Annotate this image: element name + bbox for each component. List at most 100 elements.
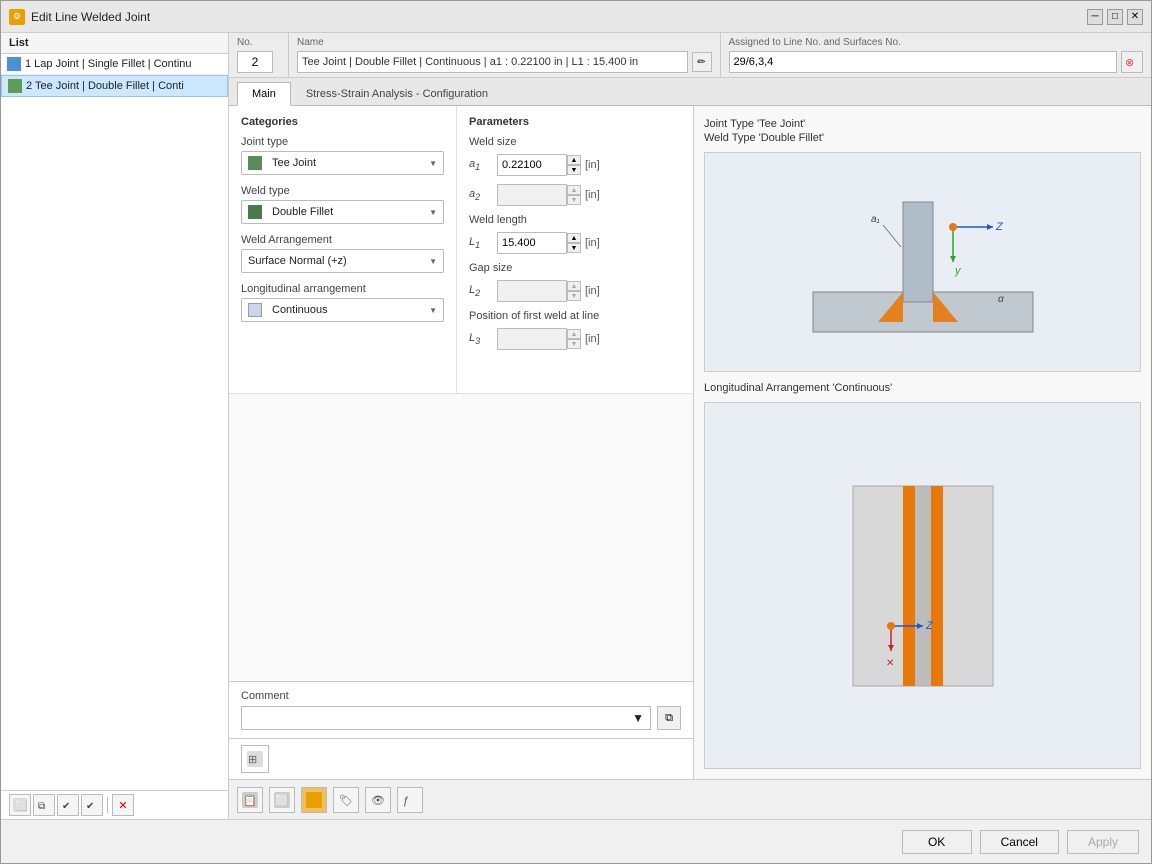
joint-type-value: Tee Joint [272,157,316,169]
close-button[interactable]: ✕ [1127,9,1143,25]
toolbar-btn-4[interactable]: 🏷 [333,787,359,813]
list-item-1[interactable]: 1 Lap Joint | Single Fillet | Continu [1,54,228,75]
assigned-pick-button[interactable]: ⊗ [1121,51,1143,73]
title-bar-left: ⚙ Edit Line Welded Joint [9,9,150,25]
l3-input[interactable] [497,328,567,350]
weld-type-icon [248,205,262,219]
l2-spin-up[interactable]: ▲ [567,281,581,291]
a2-spin-up[interactable]: ▲ [567,185,581,195]
a2-spin-buttons: ▲ ▼ [567,185,581,205]
weld-type-label: Weld type [241,185,444,197]
toolbar-btn-5[interactable]: 👁 [365,787,391,813]
dialog-footer: OK Cancel Apply [1,819,1151,863]
tab-stress[interactable]: Stress-Strain Analysis - Configuration [291,82,503,105]
a2-row: a2 ▲ ▼ [in] [469,184,681,206]
svg-text:👁: 👁 [371,795,385,807]
name-column: Name ✏ [289,33,721,77]
l1-input[interactable] [497,232,567,254]
list-item-1-label: 1 Lap Joint | Single Fillet | Continu [25,58,192,70]
l2-unit: [in] [585,285,600,297]
l2-spinbox: ▲ ▼ [497,280,581,302]
name-edit-button[interactable]: ✏ [692,52,712,72]
comment-copy-button[interactable]: ⧉ [657,706,681,730]
joint-type-text: Joint Type 'Tee Joint' Weld Type 'Double… [704,116,1141,144]
a1-spin-up[interactable]: ▲ [567,155,581,165]
tab-main[interactable]: Main [237,82,291,106]
no-input[interactable] [237,51,273,73]
list-item-2[interactable]: 2 Tee Joint | Double Fillet | Conti [1,75,228,97]
svg-text:ƒ: ƒ [403,795,409,807]
l3-spin-down[interactable]: ▼ [567,339,581,349]
categories-title: Categories [241,116,444,128]
left-bottom-bar: ⊞ [229,738,693,779]
weld-size-label: Weld size [469,136,681,148]
empty-area [229,393,693,681]
no-label: No. [237,37,280,48]
weld-arrangement-group: Weld Arrangement Surface Normal (+z) ▼ [241,234,444,273]
toolbar-btn-2[interactable]: ⬜ [269,787,295,813]
comment-label: Comment [241,690,289,702]
l3-spin-up[interactable]: ▲ [567,329,581,339]
position-label: Position of first weld at line [469,310,681,322]
weld-arrangement-chevron: ▼ [429,257,437,266]
parameters-title: Parameters [469,116,681,128]
comment-section: Comment ▼ ⧉ [229,681,693,738]
a1-input[interactable] [497,154,567,176]
a2-input[interactable] [497,184,567,206]
weld-type-dropdown[interactable]: Double Fillet ▼ [241,200,444,224]
list-copy-button[interactable]: ⧉ [33,794,55,816]
minimize-button[interactable]: ─ [1087,9,1103,25]
l1-spin-down[interactable]: ▼ [567,243,581,253]
name-input-row: ✏ [297,51,712,73]
view-icon-button[interactable]: ⊞ [241,745,269,773]
name-input[interactable] [297,51,688,73]
cancel-button[interactable]: Cancel [980,830,1059,854]
list-check-button[interactable]: ✔ [57,794,79,816]
svg-text:y: y [954,265,962,277]
toolbar-btn-1[interactable]: 📋 [237,787,263,813]
l2-input[interactable] [497,280,567,302]
assigned-input-row: ⊗ [729,51,1144,73]
assigned-input[interactable] [729,51,1118,73]
categories-section: Categories Joint type Tee Joint ▼ [229,106,457,393]
joint-type-content: Tee Joint [248,156,429,170]
left-main-area: Categories Joint type Tee Joint ▼ [229,106,694,779]
list-add-button[interactable]: ⬜ [9,794,31,816]
tee-joint-svg: Z y a₁ α [783,162,1063,362]
joint-type-dropdown[interactable]: Tee Joint ▼ [241,151,444,175]
top-fields-row: No. Name ✏ Assigned to Line No. and Surf… [229,33,1151,78]
l1-spin-buttons: ▲ ▼ [567,233,581,253]
l1-spin-up[interactable]: ▲ [567,233,581,243]
toolbar-btn-6[interactable]: ƒ [397,787,423,813]
svg-text:✔: ✔ [86,801,94,812]
longitudinal-value: Continuous [272,304,328,316]
right-panel: No. Name ✏ Assigned to Line No. and Surf… [229,33,1151,819]
list-check2-button[interactable]: ✔ [81,794,103,816]
comment-chevron: ▼ [632,711,644,725]
weld-arrangement-dropdown[interactable]: Surface Normal (+z) ▼ [241,249,444,273]
a1-label: a1 [469,158,493,172]
left-main-body: Categories Joint type Tee Joint ▼ [229,106,693,393]
a1-spinbox: ▲ ▼ [497,154,581,176]
apply-button[interactable]: Apply [1067,830,1139,854]
a1-spin-down[interactable]: ▼ [567,165,581,175]
weld-type-value: Double Fillet [272,206,333,218]
maximize-button[interactable]: □ [1107,9,1123,25]
ok-button[interactable]: OK [902,830,972,854]
comment-dropdown[interactable]: ▼ [241,706,651,730]
l2-spin-down[interactable]: ▼ [567,291,581,301]
svg-text:⧉: ⧉ [38,801,45,812]
weld-type-chevron: ▼ [429,208,437,217]
list-delete-button[interactable]: ✕ [112,794,134,816]
main-window: ⚙ Edit Line Welded Joint ─ □ ✕ List 1 La… [0,0,1152,864]
no-column: No. [229,33,289,77]
l3-spinbox: ▲ ▼ [497,328,581,350]
joint-type-label: Joint type [241,136,444,148]
svg-text:⊞: ⊞ [248,754,257,766]
svg-text:Z: Z [995,221,1004,233]
toolbar-btn-3[interactable] [301,787,327,813]
a2-unit: [in] [585,189,600,201]
longitudinal-dropdown[interactable]: Continuous ▼ [241,298,444,322]
a1-unit: [in] [585,159,600,171]
a2-spin-down[interactable]: ▼ [567,195,581,205]
